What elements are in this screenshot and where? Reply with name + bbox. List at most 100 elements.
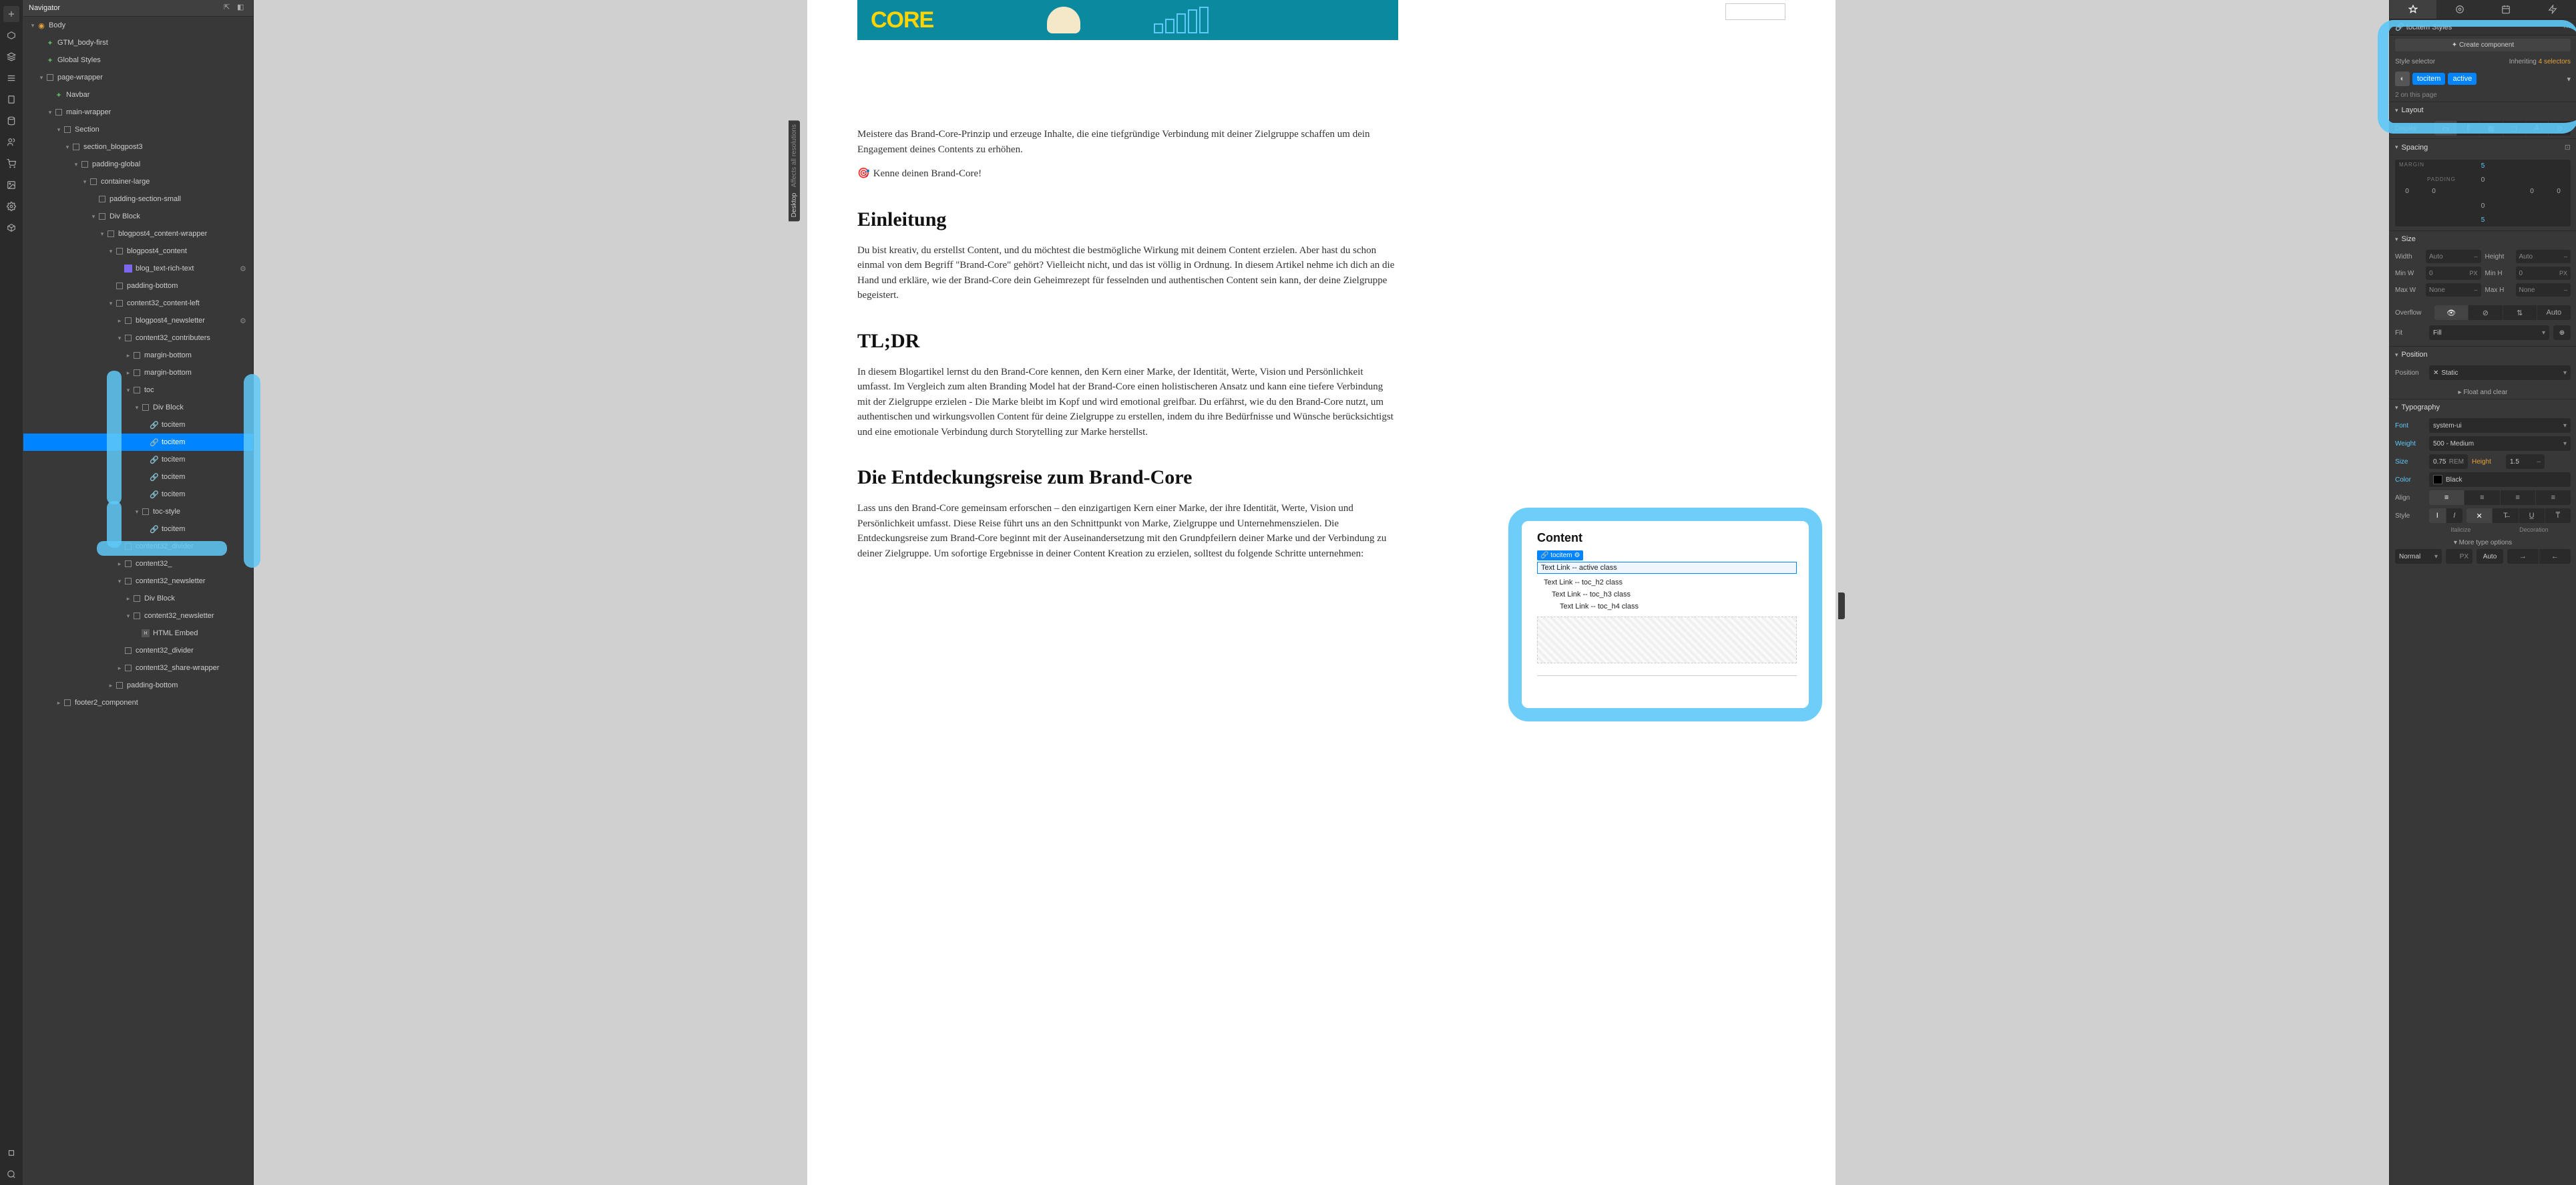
italic-off[interactable]: I bbox=[2429, 508, 2446, 523]
tree-item[interactable]: ▾Div Block bbox=[23, 208, 253, 225]
selector-type-button[interactable]: ◐ bbox=[2395, 71, 2410, 86]
tree-item[interactable]: 🔗tocitem bbox=[23, 468, 253, 486]
tree-item[interactable]: ▾blogpost4_content-wrapper bbox=[23, 225, 253, 242]
position-select[interactable]: ✕ Static▾ bbox=[2429, 365, 2571, 380]
display-inline-block[interactable]: ◻ bbox=[2503, 121, 2526, 136]
fit-select[interactable]: Fill▾ bbox=[2429, 325, 2549, 340]
gear-icon[interactable] bbox=[3, 198, 19, 214]
toc-element-tag[interactable]: 🔗 tocitem ⚙ bbox=[1537, 550, 1583, 560]
box-icon[interactable] bbox=[3, 27, 19, 43]
tree-item[interactable]: ▾toc bbox=[23, 381, 253, 399]
overflow-visible[interactable]: 👁 bbox=[2434, 305, 2468, 320]
tree-item[interactable]: ▾blogpost4_content bbox=[23, 242, 253, 260]
align-center[interactable]: ≡ bbox=[2464, 490, 2500, 505]
toc-active-link[interactable]: Text Link -- active class bbox=[1537, 562, 1797, 574]
tree-item[interactable]: 🔗tocitem bbox=[23, 416, 253, 434]
tree-item[interactable]: ▾content32_newsletter bbox=[23, 572, 253, 590]
tree-item[interactable]: content32_divider bbox=[23, 642, 253, 659]
tree-item[interactable]: ▾content32_newsletter bbox=[23, 607, 253, 625]
tree-item[interactable]: ▸padding-bottom bbox=[23, 677, 253, 694]
size-input[interactable]: 0.75REM bbox=[2429, 454, 2468, 469]
color-input[interactable]: Black bbox=[2429, 472, 2571, 487]
tree-item[interactable]: ▾main-wrapper bbox=[23, 104, 253, 121]
users-icon[interactable] bbox=[3, 134, 19, 150]
class-tags[interactable]: ◐ tocitem active ▾ bbox=[2390, 69, 2576, 89]
deco-underline[interactable]: U̲ bbox=[2519, 508, 2545, 523]
page-icon[interactable] bbox=[3, 92, 19, 108]
tree-item[interactable]: ✦GTM_body-first bbox=[23, 34, 253, 51]
lineheight-input[interactable]: 1.5– bbox=[2506, 454, 2545, 469]
tree-item[interactable]: ▾content32_contributers bbox=[23, 329, 253, 347]
tree-item[interactable]: ▾padding-global bbox=[23, 156, 253, 173]
display-none[interactable]: ⊘ bbox=[2549, 121, 2571, 136]
font-select[interactable]: system-ui▾ bbox=[2429, 418, 2571, 433]
toc-link[interactable]: Text Link -- toc_h2 class bbox=[1537, 576, 1797, 588]
tree-item[interactable]: 🔗tocitem bbox=[23, 520, 253, 538]
tree-item[interactable]: ▸footer2_component bbox=[23, 694, 253, 711]
add-icon[interactable] bbox=[3, 6, 19, 22]
tree-item[interactable]: 🔗tocitem bbox=[23, 451, 253, 468]
pin-icon[interactable]: ⇱ bbox=[224, 3, 234, 13]
select-icon[interactable] bbox=[3, 1145, 19, 1161]
tree-item[interactable]: 🔗tocitem bbox=[23, 434, 253, 451]
class-tag[interactable]: tocitem bbox=[2412, 73, 2445, 85]
layers-icon[interactable] bbox=[3, 49, 19, 65]
float-clear-toggle[interactable]: ▸ Float and clear bbox=[2390, 386, 2576, 399]
gear-icon[interactable]: ⚙ bbox=[1574, 552, 1580, 559]
tree-item[interactable]: HHTML Embed bbox=[23, 625, 253, 642]
deco-strike[interactable]: T̶ bbox=[2493, 508, 2519, 523]
collapse-icon[interactable]: ◧ bbox=[237, 3, 248, 13]
tree-item[interactable]: ✦Navbar bbox=[23, 86, 253, 104]
image-icon[interactable] bbox=[3, 177, 19, 193]
tab-effects[interactable] bbox=[2483, 0, 2530, 19]
fit-position[interactable]: ⊕ bbox=[2553, 325, 2571, 340]
tree-item[interactable]: ▾Section bbox=[23, 121, 253, 138]
more-icon[interactable]: ⋯ bbox=[2563, 23, 2571, 31]
align-justify[interactable]: ≡ bbox=[2536, 490, 2571, 505]
tree-item[interactable]: ▾◉Body bbox=[23, 17, 253, 34]
deco-overline[interactable]: T̅ bbox=[2545, 508, 2571, 523]
create-component-button[interactable]: ✦ Create component bbox=[2395, 39, 2571, 51]
display-grid[interactable]: ▦ bbox=[2480, 121, 2503, 136]
tree-item[interactable]: ▸content32_share-wrapper bbox=[23, 659, 253, 677]
overflow-auto[interactable]: Auto bbox=[2537, 305, 2571, 320]
tree-item[interactable]: ▾container-large bbox=[23, 173, 253, 190]
align-right[interactable]: ≡ bbox=[2501, 490, 2536, 505]
tree-item[interactable]: 🔗tocitem bbox=[23, 486, 253, 503]
display-block[interactable]: ▭ bbox=[2434, 121, 2457, 136]
tree-item[interactable]: padding-section-small bbox=[23, 190, 253, 208]
tree-item[interactable]: ▾section_blogpost3 bbox=[23, 138, 253, 156]
display-flex[interactable]: ⫼ bbox=[2457, 121, 2480, 136]
ls-auto[interactable]: Auto bbox=[2477, 549, 2503, 564]
tree-item[interactable]: ✦Global Styles bbox=[23, 51, 253, 69]
navigator-tree[interactable]: ▾◉Body✦GTM_body-first✦Global Styles▾page… bbox=[23, 17, 253, 1185]
tab-style[interactable] bbox=[2390, 0, 2436, 19]
lines-icon[interactable] bbox=[3, 70, 19, 86]
spacing-box[interactable]: MARGIN PADDING 5 0 5 0 0 0 0 0 bbox=[2395, 160, 2571, 226]
tree-item[interactable]: blog_text-rich-text⚙ bbox=[23, 260, 253, 277]
class-tag[interactable]: active bbox=[2448, 73, 2477, 85]
weight-select[interactable]: 500 - Medium▾ bbox=[2429, 436, 2571, 451]
italic-on[interactable]: I bbox=[2446, 508, 2463, 523]
tree-item[interactable]: content32_divider bbox=[23, 538, 253, 555]
align-left[interactable]: ≡ bbox=[2429, 490, 2464, 505]
cube-icon[interactable] bbox=[3, 220, 19, 236]
tree-item[interactable]: ▾Div Block bbox=[23, 399, 253, 416]
tree-item[interactable]: ▸content32_ bbox=[23, 555, 253, 572]
overflow-scroll[interactable]: ⇅ bbox=[2503, 305, 2537, 320]
deco-none[interactable]: ✕ bbox=[2466, 508, 2493, 523]
cart-icon[interactable] bbox=[3, 156, 19, 172]
tree-item[interactable]: padding-bottom bbox=[23, 277, 253, 295]
caps-select[interactable]: Normal▾ bbox=[2395, 549, 2442, 564]
tab-interactions[interactable] bbox=[2529, 0, 2576, 19]
tree-item[interactable]: ▾content32_content-left bbox=[23, 295, 253, 312]
tree-item[interactable]: ▸blogpost4_newsletter⚙ bbox=[23, 312, 253, 329]
instance-count[interactable]: 2 on this page bbox=[2390, 89, 2576, 102]
tree-item[interactable]: ▸margin-bottom bbox=[23, 347, 253, 364]
breakpoint-label[interactable]: Desktop Affects all resolutions bbox=[789, 120, 800, 221]
state-dropdown[interactable]: ▾ bbox=[2567, 75, 2571, 83]
db-icon[interactable] bbox=[3, 113, 19, 129]
display-inline[interactable]: A bbox=[2526, 121, 2549, 136]
spacing-settings-icon[interactable]: ⊡ bbox=[2565, 143, 2571, 152]
toc-link[interactable]: Text Link -- toc_h3 class bbox=[1537, 588, 1797, 601]
